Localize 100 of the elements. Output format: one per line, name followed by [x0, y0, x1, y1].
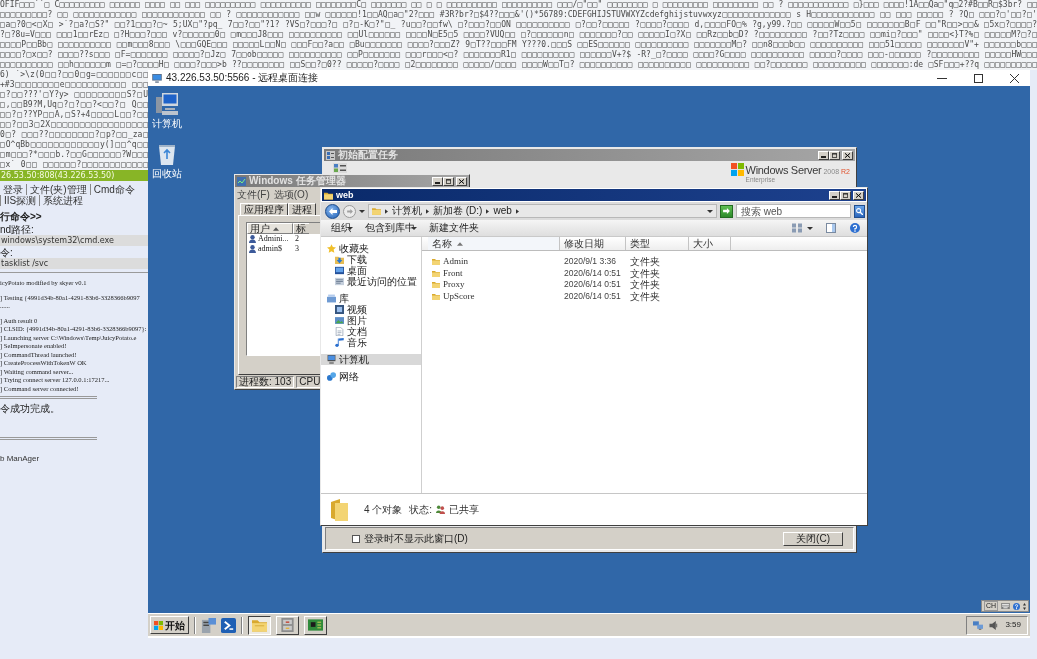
nav-item[interactable]: 收藏夹	[321, 243, 421, 254]
close-icon	[459, 178, 464, 184]
nav-link[interactable]: 系统进程	[39, 195, 87, 206]
terminal-icon[interactable]	[221, 617, 236, 633]
caret-icon[interactable]	[807, 226, 813, 230]
result-message: 令成功完成。	[0, 403, 61, 415]
options-arrow-icon[interactable]	[1023, 602, 1026, 610]
nav-item[interactable]: 图片	[321, 315, 421, 326]
close-button[interactable]: 关闭(C)	[783, 531, 843, 546]
taskbar-button[interactable]	[248, 615, 271, 635]
maximize-icon	[446, 178, 451, 184]
window-title: web	[336, 189, 354, 201]
keyboard-icon[interactable]	[1001, 603, 1010, 609]
nav-link[interactable]: 登录	[0, 184, 26, 195]
garbled-text-line: □x` 0□□ □□□□□□?□□□□□□□□□□□□	[0, 160, 148, 170]
tab[interactable]: 应用程序	[240, 203, 288, 215]
date-cell-text: 2020/6/14 0:51	[563, 267, 622, 279]
desktop-icon	[335, 266, 344, 275]
recent-places-icon	[335, 277, 344, 286]
network-icon[interactable]	[973, 620, 984, 630]
back-button[interactable]	[325, 203, 340, 219]
chevron-icon[interactable]	[426, 208, 429, 214]
cmd-path-field[interactable]: windows\system32\cmd.exe	[0, 235, 148, 246]
preview-pane-button[interactable]	[825, 222, 837, 234]
file-name[interactable]: Proxy	[443, 279, 465, 291]
sort-arrow-icon	[273, 226, 279, 231]
checkbox[interactable]	[352, 534, 360, 543]
chevron-icon[interactable]	[515, 208, 519, 214]
file-name[interactable]: UpScore	[443, 290, 475, 302]
folders-icon	[252, 618, 267, 632]
computer-icon[interactable]	[156, 93, 178, 115]
nav-item[interactable]: 音乐	[321, 337, 421, 348]
garbled-text-line: □□?□□3□2X□□□□□□□□□□□□□□□□□	[0, 120, 148, 130]
icon-label[interactable]: 计算机	[152, 118, 182, 129]
maximize-button[interactable]	[829, 150, 840, 160]
column-header[interactable]: 标	[293, 223, 309, 234]
nav-item[interactable]: 视频	[321, 304, 421, 315]
windows-flag-icon	[154, 620, 163, 630]
nav-item[interactable]: 最近访问的位置	[321, 276, 421, 287]
minimize-button[interactable]	[829, 190, 840, 200]
tab[interactable]: 进程	[288, 203, 316, 215]
picture-icon	[335, 316, 344, 325]
search-field[interactable]: 搜索 web	[736, 204, 851, 218]
search-button[interactable]	[854, 204, 865, 218]
nav-item[interactable]: 库	[321, 293, 421, 304]
column-header[interactable]: 用户	[247, 223, 293, 234]
column-header[interactable]: 大小	[689, 237, 731, 250]
address-field[interactable]: 计算机 新加卷 (D:) web	[368, 204, 717, 218]
folder-icon	[324, 190, 333, 200]
nav-item[interactable]: 网络	[321, 371, 421, 382]
nav-link[interactable]: 文件(夹)管理	[26, 184, 90, 195]
chevron-icon[interactable]	[486, 208, 490, 214]
file-cabinet-icon	[280, 618, 295, 632]
nav-item[interactable]: 下载	[321, 254, 421, 265]
minimize-button[interactable]	[818, 150, 829, 160]
server-icon[interactable]	[201, 617, 216, 633]
start-button[interactable]: 开始	[150, 616, 189, 634]
speaker-icon[interactable]	[989, 620, 1000, 630]
close-button[interactable]	[853, 190, 864, 200]
close-icon	[856, 192, 861, 198]
close-button[interactable]	[842, 150, 853, 160]
breadcrumb-item[interactable]: 新加卷 (D:)	[433, 205, 483, 217]
nav-item[interactable]: 桌面	[321, 265, 421, 276]
file-name[interactable]: Admin	[443, 256, 468, 268]
nav-item[interactable]: 计算机	[321, 354, 421, 365]
maximize-button[interactable]	[443, 176, 454, 186]
breadcrumb-item[interactable]: web	[493, 205, 512, 217]
icon-label[interactable]: 回收站	[152, 168, 182, 179]
back-arrow-icon	[328, 207, 337, 215]
status-text: 进程数: 103	[236, 376, 295, 388]
menu-item[interactable]: 选项(O)	[273, 189, 309, 200]
search-icon	[856, 207, 863, 215]
minimize-icon	[832, 195, 837, 198]
go-button[interactable]	[720, 204, 733, 218]
menu-item[interactable]: 文件(F)	[237, 189, 270, 200]
item-count: 4 个对象	[364, 504, 403, 515]
footer-text: b ManAger	[0, 454, 41, 464]
checkbox-label[interactable]: 登录时不显示此窗口(D)	[364, 533, 468, 544]
column-header[interactable]: 类型	[626, 237, 689, 250]
help-button[interactable]	[849, 222, 861, 234]
command-field[interactable]: tasklist /svc	[0, 258, 148, 269]
nav-link[interactable]: Cmd命令	[89, 184, 138, 195]
user-icon	[249, 235, 256, 243]
caret-icon	[347, 226, 353, 230]
chevron-icon[interactable]	[385, 208, 388, 214]
caret-icon[interactable]	[707, 209, 713, 213]
nav-link[interactable]: IIS探测	[0, 195, 40, 206]
breadcrumb-item[interactable]: 计算机	[392, 205, 422, 217]
minimize-button[interactable]	[432, 176, 443, 186]
close-button[interactable]	[456, 176, 467, 186]
caret-icon[interactable]	[359, 209, 365, 213]
column-header[interactable]: 修改日期	[560, 237, 626, 250]
computer-icon	[327, 355, 336, 364]
column-header[interactable]: 名称	[428, 237, 560, 250]
nav-item[interactable]: 文档	[321, 326, 421, 337]
help-icon	[850, 223, 860, 233]
file-name[interactable]: Front	[443, 267, 463, 279]
toolbar-button[interactable]: 新建文件夹	[429, 222, 479, 234]
recycle-bin-icon[interactable]	[156, 143, 178, 165]
maximize-button[interactable]	[840, 190, 851, 200]
